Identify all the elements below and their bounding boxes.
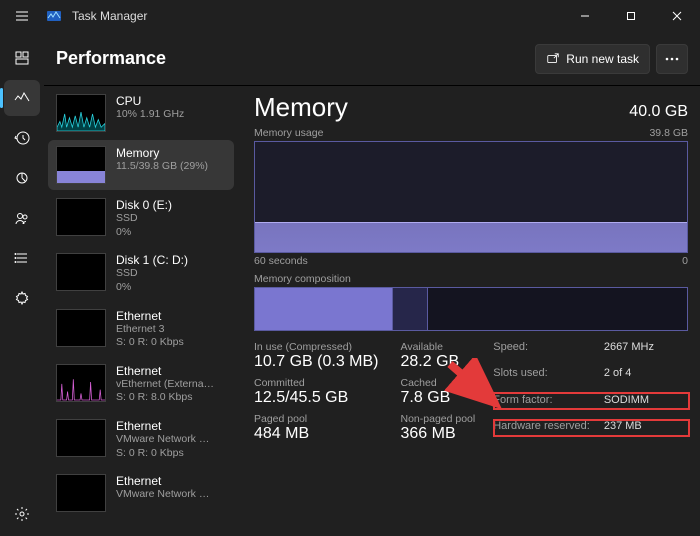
- resource-item-disk1[interactable]: Disk 1 (C: D:) SSD 0%: [48, 247, 234, 300]
- memory-usage-chart[interactable]: [254, 141, 688, 253]
- app-icon: [44, 8, 64, 24]
- more-button[interactable]: [656, 44, 688, 74]
- nav-services[interactable]: [4, 280, 40, 316]
- window-controls: [562, 0, 700, 32]
- stat-label: Available: [401, 341, 476, 353]
- app-title: Task Manager: [72, 9, 147, 23]
- stat-value: 12.5/45.5 GB: [254, 389, 379, 407]
- nav-performance[interactable]: [4, 80, 40, 116]
- disk-thumbnail: [56, 253, 106, 291]
- resource-item-memory[interactable]: Memory 11.5/39.8 GB (29%): [48, 140, 234, 190]
- close-button[interactable]: [654, 0, 700, 32]
- hardware-stats: Speed: 2667 MHz Slots used: 2 of 4 Form …: [493, 341, 654, 443]
- memory-thumbnail: [56, 146, 106, 184]
- stat-label: In use (Compressed): [254, 341, 379, 353]
- detail-title: Memory: [254, 92, 348, 123]
- resource-item-ethernet[interactable]: Ethernet vEthernet (Externa… S: 0 R: 8.0…: [48, 358, 234, 411]
- nav-processes[interactable]: [4, 40, 40, 76]
- page-title: Performance: [56, 48, 166, 69]
- ethernet-thumbnail: [56, 419, 106, 457]
- ethernet-thumbnail: [56, 309, 106, 347]
- stat-value: 366 MB: [401, 425, 476, 443]
- ethernet-thumbnail: [56, 364, 106, 402]
- menu-button[interactable]: [0, 8, 44, 24]
- axis-right: 0: [682, 255, 688, 267]
- stats-grid: In use (Compressed) 10.7 GB (0.3 MB) Ava…: [254, 341, 475, 443]
- resource-item-cpu[interactable]: CPU 10% 1.91 GHz: [48, 88, 234, 138]
- nav-users[interactable]: [4, 200, 40, 236]
- usage-label: Memory usage: [254, 127, 323, 139]
- stat-label: Non-paged pool: [401, 413, 476, 425]
- cpu-thumbnail: [56, 94, 106, 132]
- resource-item-disk0[interactable]: Disk 0 (E:) SSD 0%: [48, 192, 234, 245]
- resource-item-ethernet[interactable]: Ethernet Ethernet 3 S: 0 R: 0 Kbps: [48, 303, 234, 356]
- usage-max: 39.8 GB: [649, 127, 688, 139]
- resource-item-ethernet[interactable]: Ethernet VMware Network …: [48, 468, 234, 518]
- resource-item-ethernet[interactable]: Ethernet VMware Network … S: 0 R: 0 Kbps: [48, 413, 234, 466]
- run-task-icon: [546, 52, 560, 66]
- detail-panel: Memory 40.0 GB Memory usage 39.8 GB 60 s…: [238, 86, 700, 536]
- resource-list[interactable]: CPU 10% 1.91 GHz Memory 11.5/39.8 GB (29…: [44, 86, 238, 536]
- stat-value: 10.7 GB (0.3 MB): [254, 353, 379, 371]
- nav-rail: [0, 32, 44, 536]
- axis-left: 60 seconds: [254, 255, 308, 267]
- run-new-task-button[interactable]: Run new task: [535, 44, 650, 74]
- nav-details[interactable]: [4, 240, 40, 276]
- memory-total: 40.0 GB: [629, 103, 688, 121]
- stat-value: 7.8 GB: [401, 389, 476, 407]
- stat-label: Paged pool: [254, 413, 379, 425]
- page-header: Performance Run new task: [44, 32, 700, 86]
- minimize-button[interactable]: [562, 0, 608, 32]
- memory-composition-chart[interactable]: [254, 287, 688, 331]
- nav-settings[interactable]: [4, 496, 40, 532]
- run-task-label: Run new task: [566, 52, 639, 66]
- titlebar: Task Manager: [0, 0, 700, 32]
- stat-label: Cached: [401, 377, 476, 389]
- maximize-button[interactable]: [608, 0, 654, 32]
- composition-label: Memory composition: [254, 273, 688, 285]
- nav-startup[interactable]: [4, 160, 40, 196]
- ethernet-thumbnail: [56, 474, 106, 512]
- stat-value: 484 MB: [254, 425, 379, 443]
- stat-value: 28.2 GB: [401, 353, 476, 371]
- nav-history[interactable]: [4, 120, 40, 156]
- stat-label: Committed: [254, 377, 379, 389]
- disk-thumbnail: [56, 198, 106, 236]
